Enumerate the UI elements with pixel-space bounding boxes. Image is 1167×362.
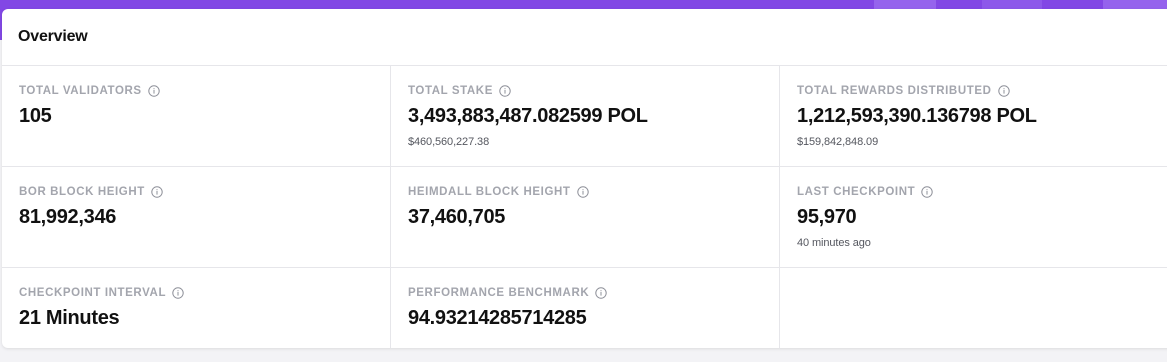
stat-value: 95,970 — [797, 206, 857, 228]
stat-heimdall-block-height: HEIMDALL BLOCK HEIGHT 37,460,705 — [391, 167, 780, 268]
stat-total-stake: TOTAL STAKE 3,493,883,487.082599 POL $46… — [391, 66, 780, 167]
stat-label: TOTAL REWARDS DISTRIBUTED — [797, 85, 992, 97]
stat-last-checkpoint: LAST CHECKPOINT 95,970 40 minutes ago — [780, 167, 1167, 268]
stat-checkpoint-interval: CHECKPOINT INTERVAL 21 Minutes — [2, 268, 391, 348]
stat-label: HEIMDALL BLOCK HEIGHT — [408, 186, 571, 198]
stat-label: PERFORMANCE BENCHMARK — [408, 287, 590, 299]
stat-value: 21 Minutes — [19, 307, 120, 329]
stat-label: TOTAL STAKE — [408, 85, 493, 97]
info-circle-icon[interactable] — [151, 186, 163, 198]
info-circle-icon[interactable] — [147, 85, 160, 97]
info-circle-icon[interactable] — [172, 287, 184, 299]
info-circle-icon[interactable] — [997, 85, 1010, 97]
info-circle-icon[interactable] — [499, 85, 511, 97]
empty-cell — [780, 268, 1167, 348]
stat-total-validators: TOTAL VALIDATORS 105 — [2, 66, 391, 167]
stat-value: 37,460,705 — [408, 206, 506, 228]
stat-label: TOTAL VALIDATORS — [19, 85, 142, 97]
overview-header: Overview — [2, 9, 1167, 66]
stat-label: LAST CHECKPOINT — [797, 186, 916, 198]
stat-subvalue: $159,842,848.09 — [797, 136, 879, 148]
info-circle-icon[interactable] — [576, 186, 589, 198]
stat-value: 81,992,346 — [19, 206, 117, 228]
stat-value: 3,493,883,487.082599 POL — [408, 105, 648, 127]
stat-value: 105 — [19, 105, 52, 127]
stats-grid: TOTAL VALIDATORS 105 TOTAL STAKE 3,493,8… — [2, 66, 1167, 348]
overview-card: Overview TOTAL VALIDATORS 105 TOTAL STAK… — [2, 9, 1167, 348]
stat-subvalue: $460,560,227.38 — [408, 136, 490, 148]
info-circle-icon[interactable] — [921, 186, 933, 198]
stat-total-rewards: TOTAL REWARDS DISTRIBUTED 1,212,593,390.… — [780, 66, 1167, 167]
overview-title: Overview — [18, 28, 88, 45]
stat-bor-block-height: BOR BLOCK HEIGHT 81,992,346 — [2, 167, 391, 268]
stat-value: 1,212,593,390.136798 POL — [797, 105, 1037, 127]
stat-subvalue: 40 minutes ago — [797, 237, 871, 249]
stat-value: 94.9321428571428​5 — [408, 307, 587, 329]
stat-label: BOR BLOCK HEIGHT — [19, 186, 145, 198]
stat-performance-benchmark: PERFORMANCE BENCHMARK 94.9321428571428​5 — [391, 268, 780, 348]
stat-label: CHECKPOINT INTERVAL — [19, 287, 167, 299]
info-circle-icon[interactable] — [595, 287, 607, 299]
